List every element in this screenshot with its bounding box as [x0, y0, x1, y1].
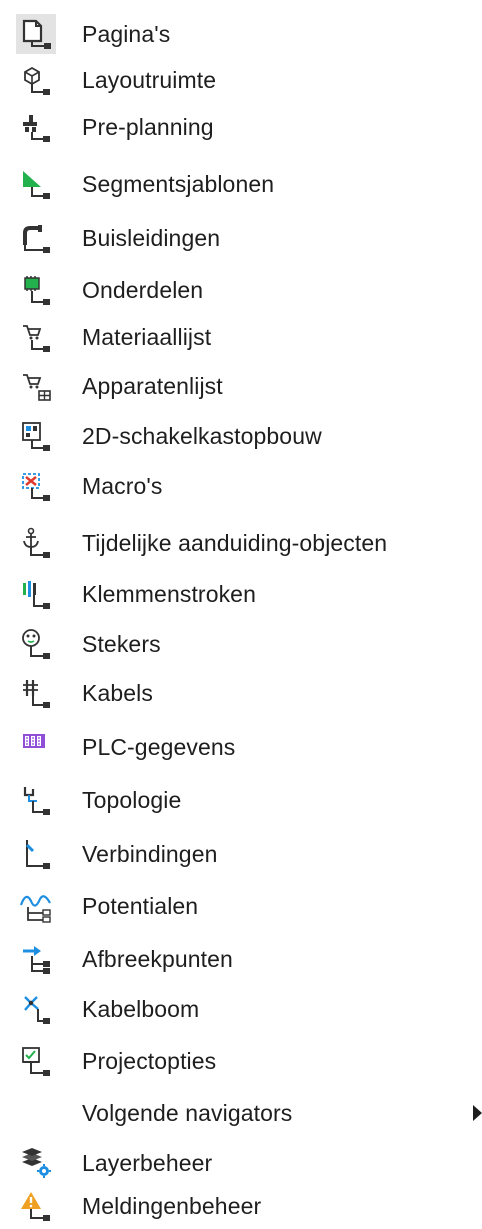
project-options-icon — [16, 1041, 56, 1081]
menu-item-label: Projectopties — [82, 1047, 217, 1074]
terminal-strip-icon — [16, 574, 56, 614]
material-list-icon — [16, 317, 56, 357]
menu-item-label: Verbindingen — [82, 840, 218, 867]
placeholder-anchor-icon — [16, 523, 56, 563]
menu-item-label: Pagina's — [82, 20, 171, 47]
pre-planning-icon — [16, 107, 56, 147]
menu-item-label: Kabels — [82, 679, 153, 706]
menu-item-kabelboom[interactable]: Kabelboom — [0, 986, 482, 1032]
menu-item-meldingenbeheer[interactable]: Meldingenbeheer — [0, 1183, 482, 1229]
menu-item-afbreekpunten[interactable]: Afbreekpunten — [0, 936, 482, 982]
menu-item-projectopties[interactable]: Projectopties — [0, 1038, 482, 1084]
parts-icon — [16, 270, 56, 310]
menu-item-label: Afbreekpunten — [82, 945, 233, 972]
connection-icon — [16, 834, 56, 874]
menu-item-label: Kabelboom — [82, 995, 200, 1022]
device-list-icon — [16, 366, 56, 406]
menu-item-label: Klemmenstroken — [82, 580, 256, 607]
plc-icon — [16, 727, 56, 767]
menu-item-topologie[interactable]: Topologie — [0, 777, 482, 823]
message-management-icon — [16, 1186, 56, 1226]
menu-item-label: Tijdelijke aanduiding-objecten — [82, 529, 388, 556]
menu-item-plc-gegevens[interactable]: PLC-gegevens — [0, 724, 482, 770]
menu-item-verbindingen[interactable]: Verbindingen — [0, 831, 482, 877]
menu-item-label: Onderdelen — [82, 276, 204, 303]
menu-item-klemmenstroken[interactable]: Klemmenstroken — [0, 571, 482, 617]
menu-item-2d-schakelkastopbouw[interactable]: 2D-schakelkastopbouw — [0, 413, 482, 459]
menu-item-label: Layerbeheer — [82, 1149, 213, 1176]
menu-item-layoutruimte[interactable]: Layoutruimte — [0, 57, 482, 103]
menu-item-label: Buisleidingen — [82, 224, 221, 251]
macro-icon — [16, 466, 56, 506]
cable-tree-icon — [16, 989, 56, 1029]
menu-item-label: Macro's — [82, 472, 163, 499]
menu-item-label: PLC-gegevens — [82, 733, 236, 760]
menu-item-label: Meldingenbeheer — [82, 1192, 262, 1219]
potential-wave-icon — [16, 886, 56, 926]
menu-item-paginas[interactable]: Pagina's — [0, 11, 482, 57]
menu-item-label: Volgende navigators — [82, 1099, 293, 1126]
menu-item-potentialen[interactable]: Potentialen — [0, 883, 482, 929]
menu-item-label: Segmentsjablonen — [82, 170, 275, 197]
menu-item-label: Pre-planning — [82, 113, 214, 140]
layout-space-icon — [16, 60, 56, 100]
menu-item-segmentsjablonen[interactable]: Segmentsjablonen — [0, 161, 482, 207]
menu-item-label: Layoutruimte — [82, 66, 217, 93]
menu-item-buisleidingen[interactable]: Buisleidingen — [0, 215, 482, 261]
menu-item-kabels[interactable]: Kabels — [0, 670, 482, 716]
navigator-menu: Pagina's Layoutruimte Pre-planning Segme… — [0, 0, 482, 1226]
pipeline-icon — [16, 218, 56, 258]
menu-item-stekers[interactable]: Stekers — [0, 621, 482, 667]
plug-icon — [16, 624, 56, 664]
menu-item-label: Potentialen — [82, 892, 199, 919]
menu-item-macros[interactable]: Macro's — [0, 463, 482, 509]
segment-template-icon — [16, 164, 56, 204]
interruption-point-icon — [16, 939, 56, 979]
menu-item-apparatenlijst[interactable]: Apparatenlijst — [0, 363, 482, 409]
cable-icon — [16, 673, 56, 713]
menu-item-label: 2D-schakelkastopbouw — [82, 422, 322, 449]
cabinet-layout-icon — [16, 416, 56, 456]
menu-item-layerbeheer[interactable]: Layerbeheer — [0, 1140, 482, 1186]
submenu-arrow-icon — [473, 1105, 482, 1121]
menu-item-label: Materiaallijst — [82, 323, 212, 350]
menu-item-label: Stekers — [82, 630, 161, 657]
layer-management-icon — [16, 1143, 56, 1183]
menu-item-onderdelen[interactable]: Onderdelen — [0, 267, 482, 313]
menu-item-label: Topologie — [82, 786, 182, 813]
menu-item-tijdelijke-aanduiding-objecten[interactable]: Tijdelijke aanduiding-objecten — [0, 520, 482, 566]
topology-icon — [16, 780, 56, 820]
menu-item-pre-planning[interactable]: Pre-planning — [0, 104, 482, 150]
page-icon — [16, 14, 56, 54]
menu-item-materiaallijst[interactable]: Materiaallijst — [0, 314, 482, 360]
menu-item-label: Apparatenlijst — [82, 372, 223, 399]
menu-item-volgende-navigators[interactable]: Volgende navigators — [0, 1090, 482, 1136]
